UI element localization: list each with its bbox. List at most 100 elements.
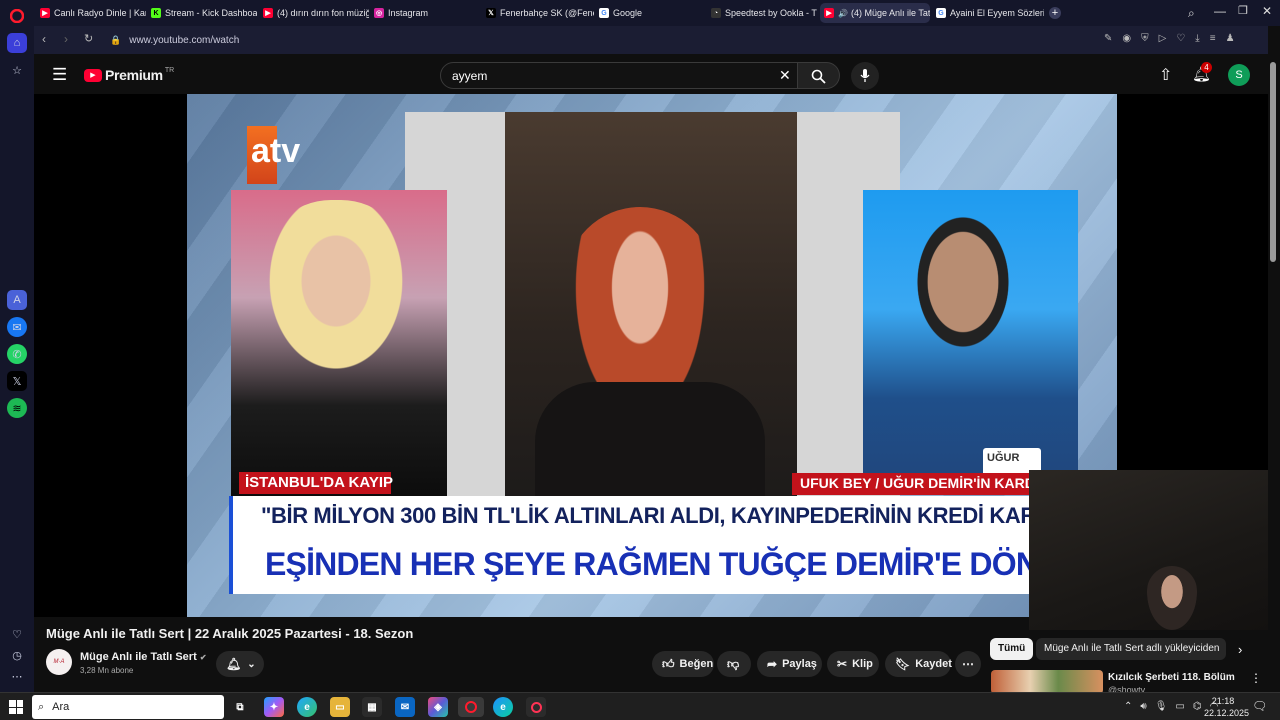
share-button[interactable]: ➦ Paylaş bbox=[757, 651, 822, 677]
new-tab-button[interactable]: + bbox=[1049, 7, 1061, 19]
windows-start-icon[interactable] bbox=[9, 700, 23, 714]
search-input[interactable]: ayyem ✕ bbox=[440, 62, 798, 89]
taskbar-search-input[interactable]: ⌕ Ara bbox=[32, 695, 224, 719]
heart-outline-icon[interactable]: ♡ bbox=[1176, 33, 1185, 44]
youtube-header: ☰ ▶ Premium TR ayyem ✕ ⇧ 🔔︎ 4 S bbox=[34, 54, 1268, 94]
menu-lines-icon[interactable]: ≡ bbox=[1210, 33, 1216, 44]
suggestion-menu-icon[interactable]: ⋮ bbox=[1250, 671, 1262, 685]
edit-icon[interactable]: ✎ bbox=[1104, 33, 1112, 44]
share-label: Paylaş bbox=[782, 658, 817, 670]
suggestion-title[interactable]: Kızılcık Şerbeti 118. Bölüm bbox=[1108, 672, 1235, 683]
tab-speedtest[interactable]: ◔ Speedtest by Ookla - The bbox=[707, 3, 817, 23]
lock-icon: 🔒 bbox=[110, 35, 122, 45]
tab-instagram[interactable]: ◎ Instagram bbox=[370, 3, 480, 23]
youtube-favicon-icon: ▶ bbox=[40, 8, 50, 18]
photo-frame bbox=[405, 112, 900, 497]
minimize-icon[interactable]: — bbox=[1214, 4, 1226, 18]
tab-ayaini[interactable]: G Ayaini El Eyyem Sözleri Tü bbox=[932, 3, 1044, 23]
google-favicon-icon: G bbox=[936, 8, 946, 18]
subscriber-count: 3,28 Mn abone bbox=[80, 666, 134, 675]
video-frame[interactable]: atv UĞUR İSTANBUL'DA KAYIP UFUK BEY / UĞ… bbox=[187, 94, 1117, 617]
channel-avatar[interactable]: M·A bbox=[46, 649, 72, 675]
clear-search-icon[interactable]: ✕ bbox=[779, 67, 791, 84]
clock[interactable]: 21:18 22.12.2025 bbox=[1204, 695, 1249, 719]
like-button[interactable]: 👍︎ Beğen bbox=[652, 651, 714, 677]
opera-gx-icon[interactable] bbox=[526, 697, 546, 717]
tab-title: (4) Müge Anlı ile Tatlı bbox=[850, 8, 930, 18]
microphone-icon[interactable]: 🎙︎ bbox=[1155, 701, 1168, 712]
messenger-icon[interactable]: ✉ bbox=[7, 317, 27, 337]
dislike-button[interactable]: 👎︎ bbox=[717, 651, 751, 677]
search-button[interactable] bbox=[798, 62, 840, 89]
upload-icon[interactable]: ⇧ bbox=[1159, 65, 1172, 85]
chevron-up-icon[interactable]: ⌃ bbox=[1124, 701, 1132, 712]
reload-icon[interactable]: ↻ bbox=[84, 32, 93, 45]
edge-dev-icon[interactable]: e bbox=[493, 697, 513, 717]
notification-settings-button[interactable]: 🔔︎ ⌄ bbox=[216, 651, 264, 677]
whatsapp-icon[interactable]: ✆ bbox=[7, 344, 27, 364]
address-bar-tools: ✎ ◉ ⛨ ▷ ♡ ⤓ ≡ ♟ bbox=[1104, 33, 1235, 44]
back-icon[interactable]: ‹ bbox=[42, 32, 46, 46]
webcam-person bbox=[1147, 566, 1197, 630]
close-window-icon[interactable]: ✕ bbox=[1262, 4, 1272, 18]
google-favicon-icon: G bbox=[599, 8, 609, 18]
tab-title: Speedtest by Ookla - The bbox=[725, 8, 817, 18]
volume-icon[interactable]: 🔊︎ bbox=[1140, 701, 1146, 712]
chip-uploader[interactable]: Müge Anlı ile Tatlı Sert adlı yükleyicid… bbox=[1036, 638, 1226, 660]
search-input-value: ayyem bbox=[452, 69, 488, 83]
chevron-down-icon: ⌄ bbox=[247, 658, 256, 670]
forward-icon[interactable]: › bbox=[64, 32, 68, 46]
kick-favicon-icon: K bbox=[151, 8, 161, 18]
url-field[interactable]: 🔒 www.youtube.com/watch bbox=[110, 33, 1260, 48]
page-scrollbar[interactable] bbox=[1270, 62, 1276, 262]
x-twitter-icon[interactable]: 𝕏 bbox=[7, 371, 27, 391]
avatar[interactable]: S bbox=[1228, 64, 1250, 86]
network-icon[interactable]: ⌬ bbox=[1193, 701, 1202, 712]
restore-icon[interactable]: ❐ bbox=[1238, 4, 1248, 17]
hamburger-menu-icon[interactable]: ☰ bbox=[52, 65, 67, 85]
battery-icon[interactable]: ▭ bbox=[1175, 701, 1184, 712]
tab-search-icon[interactable]: ⌕ bbox=[1188, 6, 1195, 21]
thumbs-up-icon: 👍︎ bbox=[662, 656, 675, 671]
copilot-icon[interactable]: ✦ bbox=[264, 697, 284, 717]
opera-logo-icon[interactable] bbox=[7, 6, 27, 26]
tab-google[interactable]: G Google bbox=[595, 3, 707, 23]
tab-kick[interactable]: K Stream - Kick Dashboard bbox=[147, 3, 257, 23]
speaker-icon[interactable]: 🔊 bbox=[838, 9, 848, 18]
save-button[interactable]: 🔖︎ Kaydet bbox=[885, 651, 952, 677]
voice-search-button[interactable] bbox=[851, 62, 879, 90]
play-icon[interactable]: ▷ bbox=[1159, 33, 1167, 44]
video-player[interactable]: atv UĞUR İSTANBUL'DA KAYIP UFUK BEY / UĞ… bbox=[34, 94, 1268, 630]
edge-icon[interactable]: e bbox=[297, 697, 317, 717]
shield-icon[interactable]: ⛨ bbox=[1141, 33, 1149, 44]
file-explorer-icon[interactable]: ▭ bbox=[330, 697, 350, 717]
tab-title: (4) dırın dırın fon müziği bbox=[277, 8, 369, 18]
channel-name[interactable]: Müge Anlı ile Tatlı Sert ✔︎ bbox=[80, 651, 207, 663]
youtube-premium-logo[interactable]: ▶ Premium TR bbox=[84, 67, 174, 83]
spotify-icon[interactable]: ≋ bbox=[7, 398, 27, 418]
microsoft-store-icon[interactable]: ▦ bbox=[362, 697, 382, 717]
tab-muge-anli-active[interactable]: ▶ 🔊 (4) Müge Anlı ile Tatlı bbox=[820, 3, 930, 23]
heart-icon[interactable]: ♡ bbox=[7, 624, 27, 644]
mail-icon[interactable]: ✉ bbox=[395, 697, 415, 717]
pinboard-icon[interactable]: ☆ bbox=[7, 60, 27, 80]
tab-karnaval[interactable]: ▶ Canlı Radyo Dinle | Karnaval bbox=[36, 3, 146, 23]
chip-all[interactable]: Tümü bbox=[990, 638, 1034, 660]
suggestion-thumbnail[interactable] bbox=[991, 670, 1103, 694]
clip-button[interactable]: ✂ Klip bbox=[827, 651, 879, 677]
download-icon[interactable]: ⤓ bbox=[1195, 33, 1199, 44]
home-icon[interactable]: ⌂ bbox=[7, 33, 27, 53]
history-icon[interactable]: ◷ bbox=[7, 645, 27, 665]
tab-youtube-music[interactable]: ▶ (4) dırın dırın fon müziği bbox=[259, 3, 369, 23]
tab-fenerbahce[interactable]: 𝕏 Fenerbahçe SK (@Fenerbahçe bbox=[482, 3, 594, 23]
task-view-icon[interactable]: ⧉ bbox=[230, 697, 250, 717]
notification-center-icon[interactable]: 🗨︎ bbox=[1252, 699, 1267, 713]
more-actions-button[interactable]: ⋯ bbox=[955, 651, 981, 677]
more-icon[interactable]: ⋯ bbox=[7, 666, 27, 686]
aria-icon[interactable]: A bbox=[7, 290, 27, 310]
camera-icon[interactable]: ◉ bbox=[1122, 33, 1131, 44]
profile-icon[interactable]: ♟ bbox=[1226, 33, 1235, 44]
office-icon[interactable]: ◈ bbox=[428, 697, 448, 717]
chevron-right-icon[interactable]: › bbox=[1238, 642, 1242, 657]
opera-taskbar-icon[interactable] bbox=[458, 697, 484, 717]
